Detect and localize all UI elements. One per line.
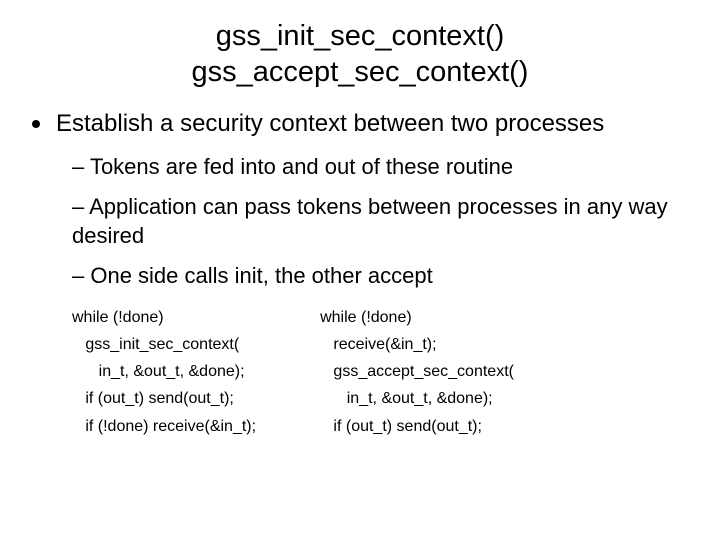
sub-bullet-3: – One side calls init, the other accept <box>72 262 690 290</box>
slide-title: gss_init_sec_context() gss_accept_sec_co… <box>30 18 690 91</box>
main-bullet-text: Establish a security context between two… <box>56 109 604 140</box>
code-columns: while (!done) gss_init_sec_context( in_t… <box>72 304 690 440</box>
title-line-2: gss_accept_sec_context() <box>192 56 529 88</box>
sub-bullet-1: – Tokens are fed into and out of these r… <box>72 153 690 181</box>
title-line-1: gss_init_sec_context() <box>216 20 505 52</box>
sub-bullet-list: – Tokens are fed into and out of these r… <box>72 153 690 290</box>
code-right: while (!done) receive(&in_t); gss_accept… <box>320 304 514 440</box>
code-left: while (!done) gss_init_sec_context( in_t… <box>72 304 256 440</box>
main-bullet-row: Establish a security context between two… <box>30 109 690 140</box>
bullet-icon <box>32 120 40 128</box>
sub-bullet-2: – Application can pass tokens between pr… <box>72 193 690 249</box>
